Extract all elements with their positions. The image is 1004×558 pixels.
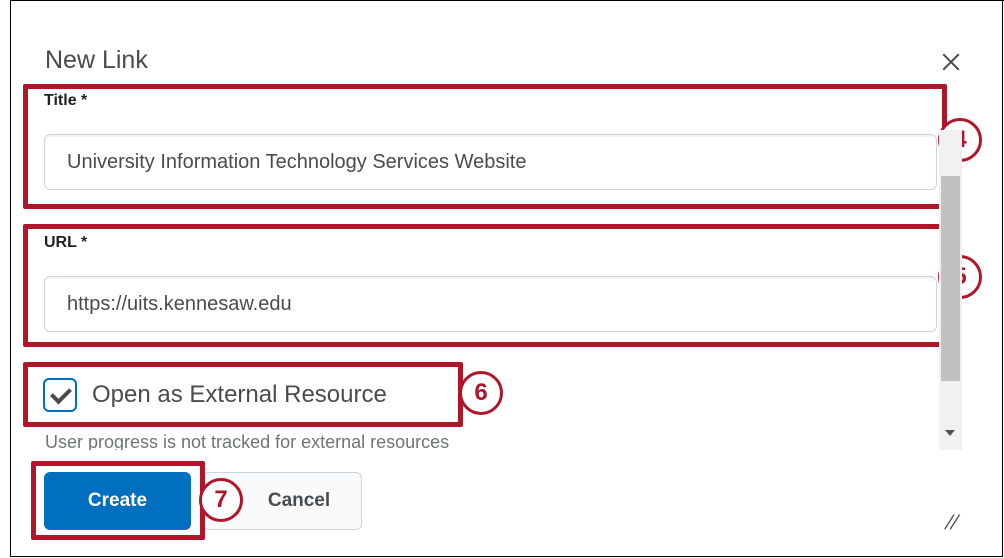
url-input[interactable] [44,276,937,332]
callout-7: 7 [199,478,243,522]
title-label: Title * [44,92,88,109]
title-input[interactable] [44,134,937,190]
scrollbar-thumb[interactable] [941,176,960,381]
external-resource-label[interactable]: Open as External Resource [92,381,387,409]
url-label: URL * [44,234,88,251]
close-icon[interactable] [938,49,964,75]
create-highlight-box [31,461,205,540]
helper-text: User progress is not tracked for externa… [45,432,450,450]
callout-6: 6 [459,371,503,415]
dialog-title: New Link [45,46,148,74]
scroll-down-arrow-icon[interactable] [945,430,955,436]
external-resource-checkbox[interactable] [43,378,77,412]
